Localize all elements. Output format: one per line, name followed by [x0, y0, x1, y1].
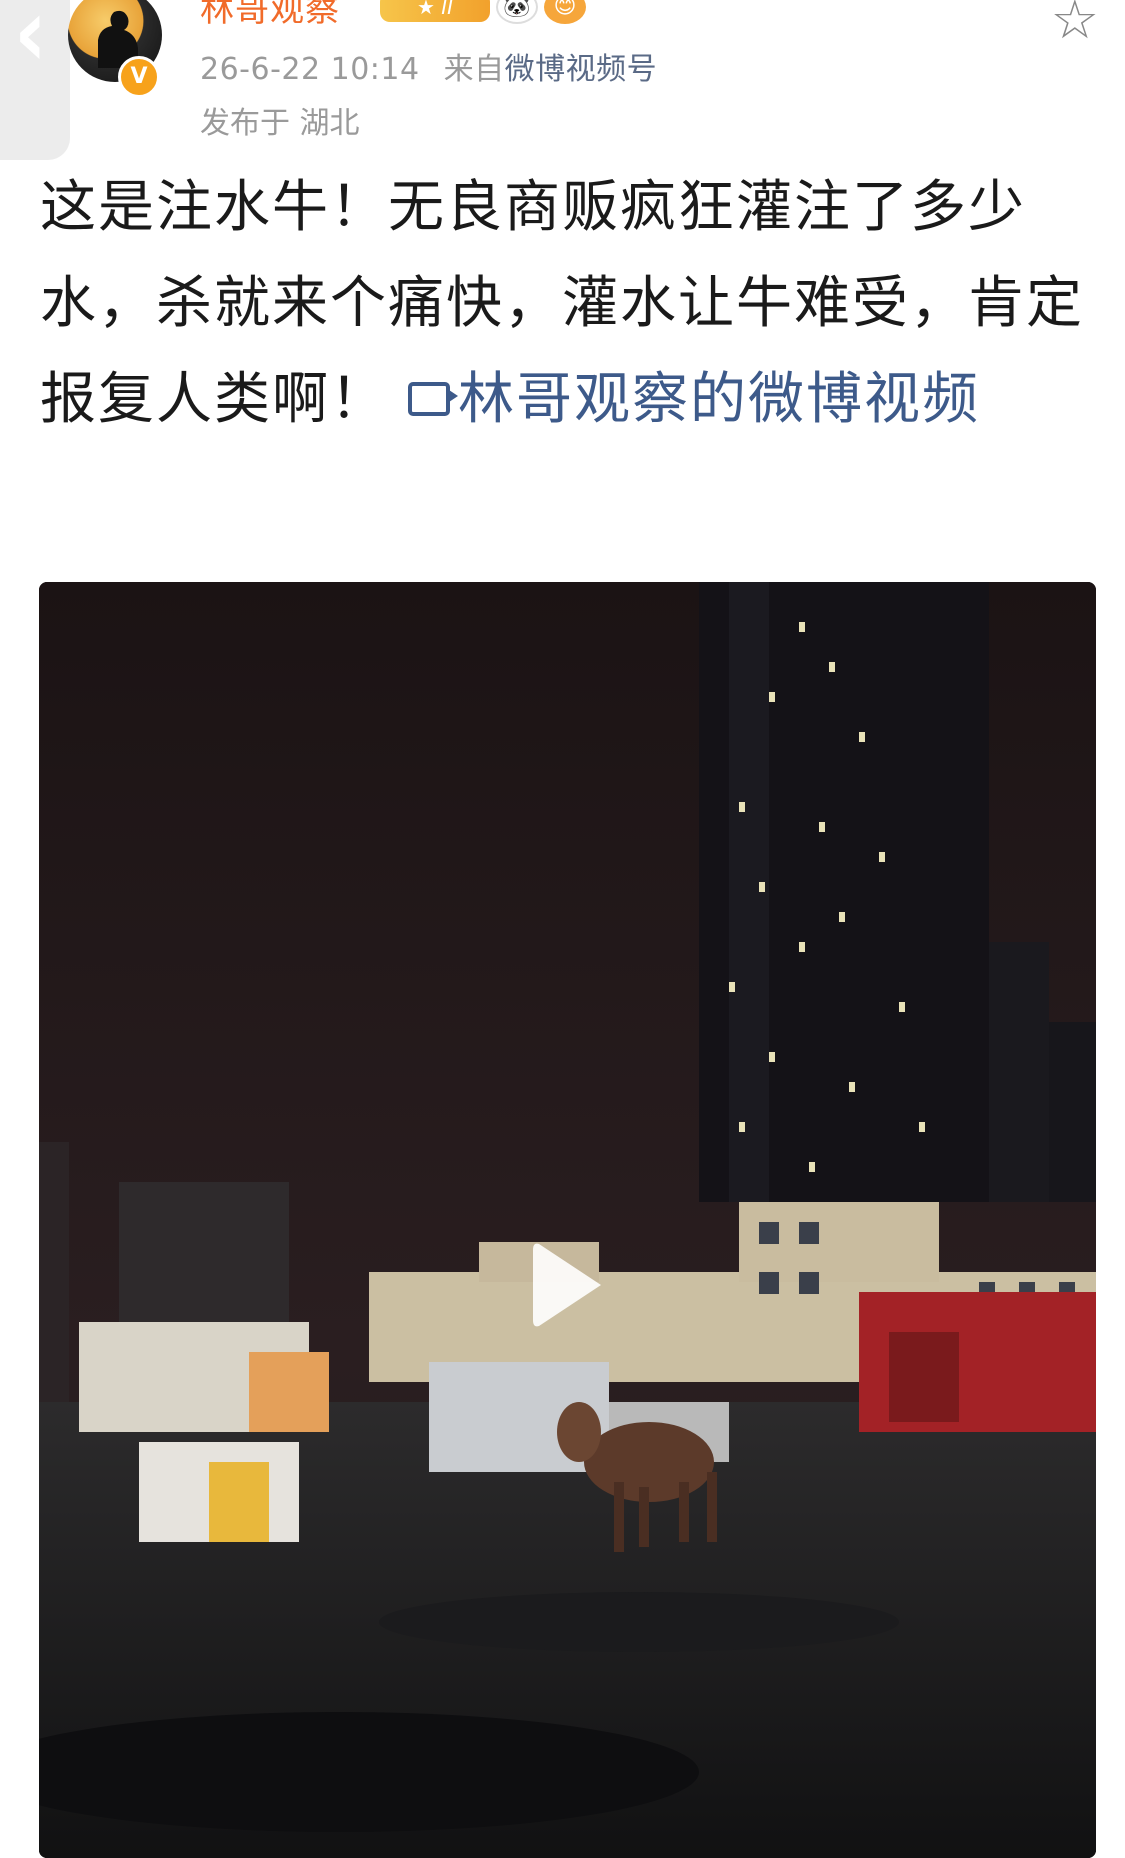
video-frame: [39, 582, 1096, 1858]
post-body: 这是注水牛！无良商贩疯狂灌注了多少水，杀就来个痛快，灌水让牛难受，肯定报复人类啊…: [40, 160, 1090, 448]
author-name[interactable]: 林哥观察: [200, 0, 340, 31]
post-source[interactable]: 微博视频号: [505, 52, 658, 87]
video-link[interactable]: 林哥观察的微博视频: [458, 367, 980, 432]
star-icon[interactable]: ☆: [1051, 0, 1099, 51]
post-meta: 26-6-22 10:14 来自微博视频号: [200, 44, 657, 88]
verified-badge: V: [118, 56, 160, 98]
post-timestamp: 26-6-22 10:14: [200, 52, 420, 87]
vip-badge[interactable]: ★ II: [380, 0, 490, 22]
video-camera-icon[interactable]: [408, 381, 458, 416]
badge-row: ★ II 🐼 😊: [380, 0, 586, 24]
back-tab[interactable]: ‹: [0, 0, 70, 160]
post-location: 发布于 湖北: [200, 106, 360, 141]
video-player[interactable]: [39, 582, 1096, 1858]
source-prefix: 来自: [443, 52, 505, 87]
fan-badge-icon: 😊: [544, 0, 586, 24]
chevron-left-icon[interactable]: ‹: [14, 0, 47, 88]
panda-icon: 🐼: [496, 0, 538, 24]
play-icon[interactable]: [531, 1240, 605, 1330]
